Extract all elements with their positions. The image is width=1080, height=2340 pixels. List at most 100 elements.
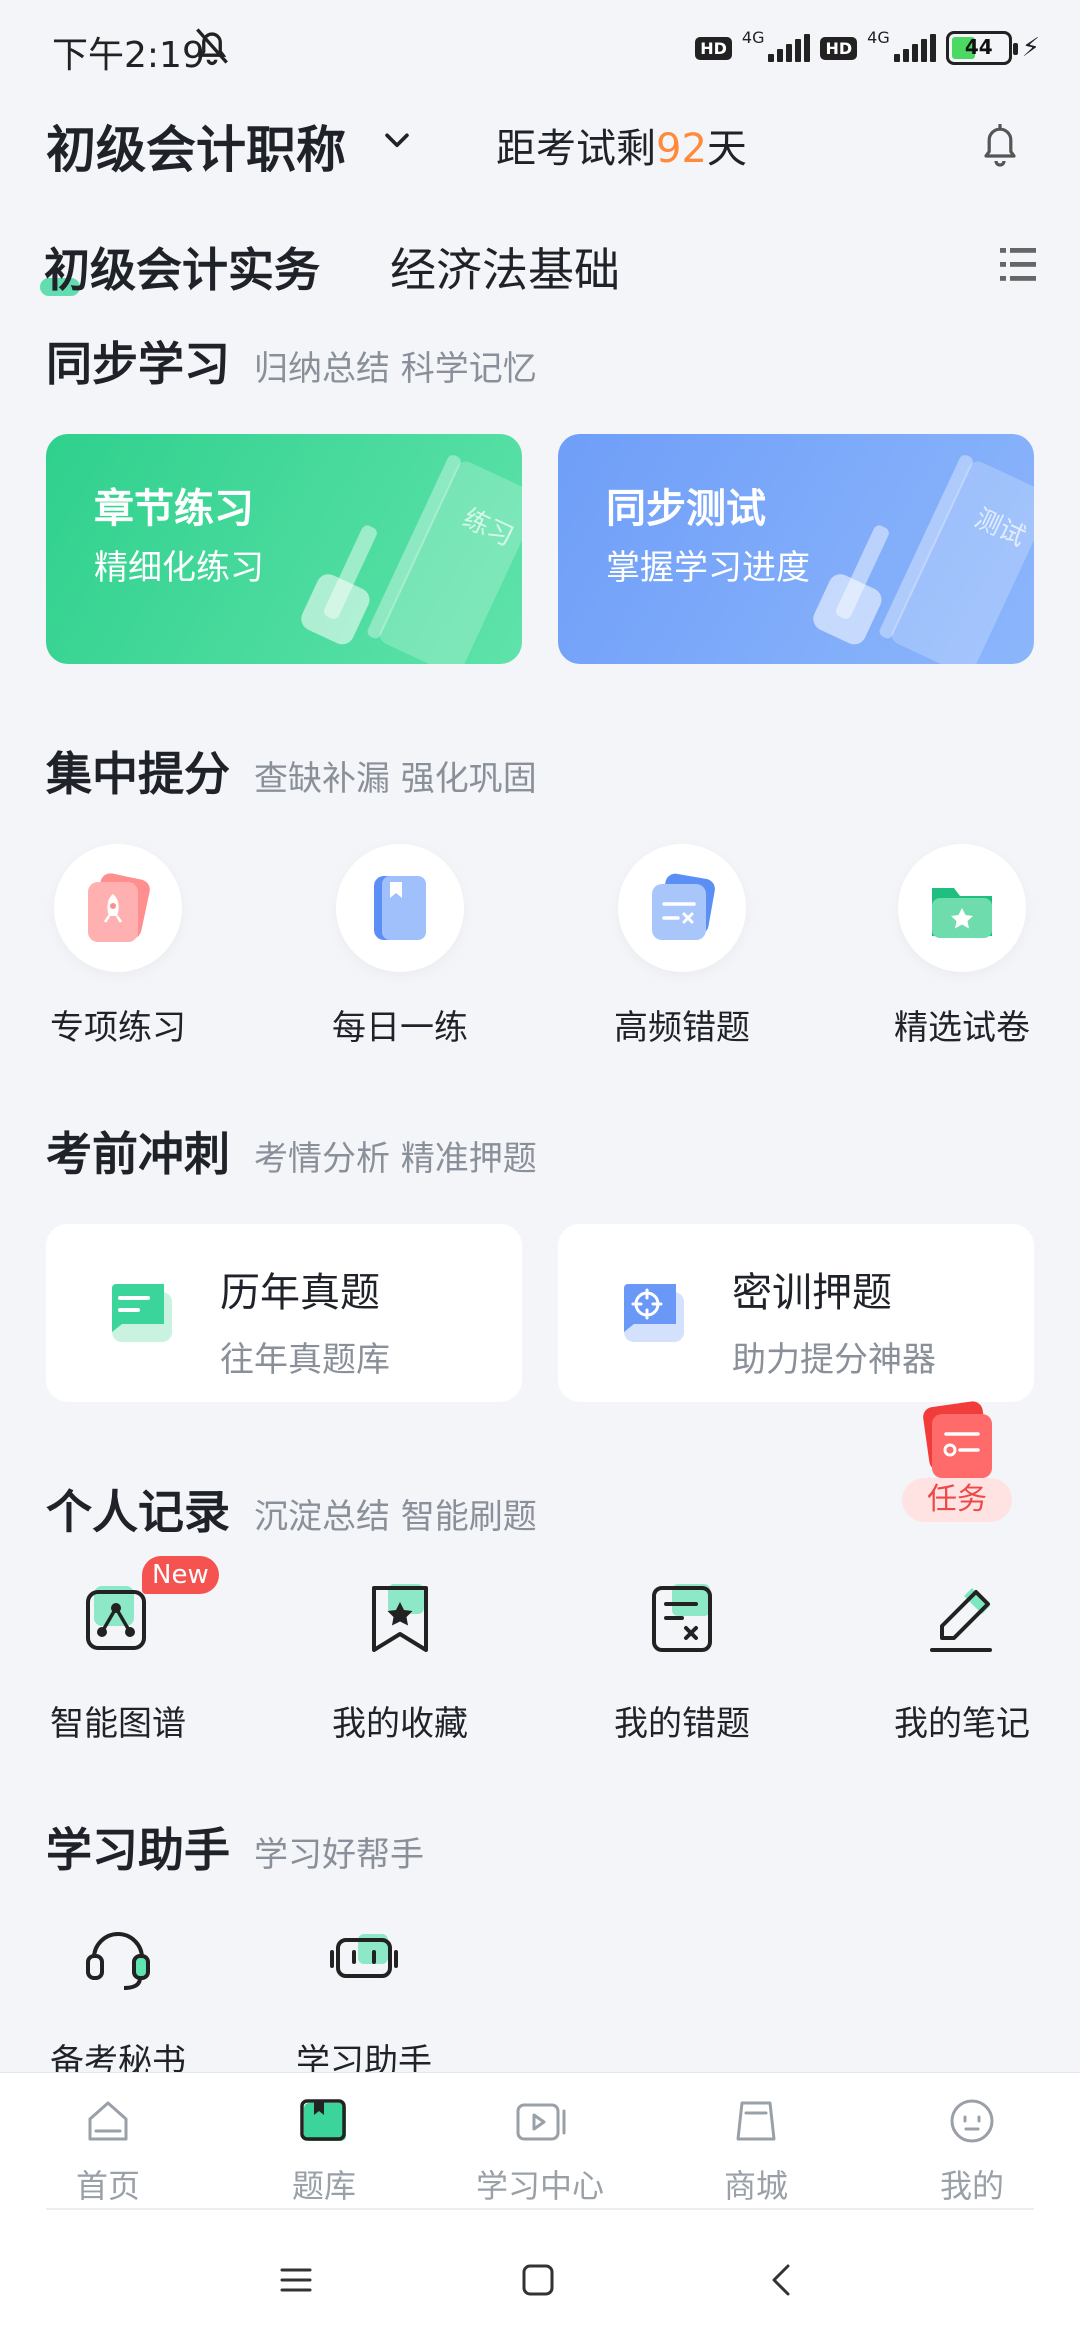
item-label: 精选试卷: [894, 1008, 1030, 1048]
study-assistant-item[interactable]: 学习助手: [264, 1916, 464, 2083]
icon-bubble: [898, 844, 1026, 972]
my-favorites-item[interactable]: 我的收藏: [300, 1578, 500, 1745]
item-label: 高频错题: [614, 1008, 750, 1048]
icon-bubble: [336, 844, 464, 972]
status-bar: 下午2:19 HD 4G HD 4G 44 ⚡: [0, 0, 1080, 96]
nav-profile[interactable]: 我的: [892, 2091, 1052, 2207]
card-subtitle: 掌握学习进度: [606, 548, 810, 588]
shop-bag-icon: [736, 2101, 776, 2141]
secret-training-card[interactable]: 密训押题 助力提分神器: [558, 1224, 1034, 1402]
item-label: 我的笔记: [894, 1704, 1030, 1744]
item-label: 我的收藏: [332, 1704, 468, 1744]
card-title: 历年真题: [220, 1270, 380, 1316]
item-label: 每日一练: [332, 1008, 468, 1048]
network-label-2: 4G: [867, 28, 890, 47]
pen-icon: [930, 1588, 992, 1652]
icon-bubble: [54, 844, 182, 972]
section-title: 考前冲刺: [46, 1127, 230, 1181]
card-subtitle: 助力提分神器: [732, 1340, 936, 1380]
profile-icon: [950, 2099, 994, 2143]
target-chat-icon: [618, 1284, 684, 1342]
nav-label: 我的: [939, 2167, 1004, 2205]
section-subtitle: 考情分析 精准押题: [254, 1139, 537, 1179]
tab-accounting-practice[interactable]: 初级会计实务: [44, 234, 320, 300]
task-label: 任务: [902, 1478, 1012, 1522]
nav-question-bank[interactable]: 题库: [244, 2091, 404, 2207]
question-bank-icon: [300, 2099, 346, 2141]
nav-label: 首页: [75, 2167, 140, 2205]
nav-divider: [46, 2208, 1034, 2210]
hd-badge: HD: [695, 36, 732, 60]
status-indicators: HD 4G HD 4G 44 ⚡: [695, 28, 1040, 68]
section-subtitle: 查缺补漏 强化巩固: [254, 759, 537, 799]
card-title: 章节练习: [94, 486, 254, 532]
test-book-icon: 测试: [813, 455, 1034, 664]
robot-icon: [330, 1934, 398, 1978]
back-icon[interactable]: [762, 2260, 802, 2300]
selected-papers-item[interactable]: 精选试卷: [862, 844, 1062, 1049]
graph-icon: [86, 1586, 146, 1650]
chapter-practice-card[interactable]: 章节练习 精细化练习 练习: [46, 434, 522, 664]
nav-label: 学习中心: [475, 2167, 604, 2205]
sprint-heading: 考前冲刺 考情分析 精准押题: [46, 1118, 537, 1184]
section-title: 集中提分: [46, 747, 230, 801]
card-subtitle: 往年真题库: [220, 1340, 390, 1380]
home-button-icon[interactable]: [518, 2260, 558, 2300]
item-label: 智能图谱: [50, 1704, 186, 1744]
section-subtitle: 沉淀总结 智能刷题: [254, 1497, 537, 1537]
nav-home[interactable]: 首页: [28, 2091, 188, 2207]
charging-icon: ⚡: [1021, 33, 1040, 63]
exam-selector[interactable]: 初级会计职称: [46, 110, 346, 182]
card-subtitle: 精细化练习: [94, 548, 264, 588]
battery-level: 44: [964, 35, 993, 59]
smart-graph-item[interactable]: 智能图谱: [18, 1578, 218, 1745]
rocket-card-icon: [88, 873, 150, 942]
nav-label: 商城: [723, 2167, 788, 2205]
hd-badge-2: HD: [820, 36, 858, 60]
battery-icon: 44: [945, 31, 1018, 65]
section-title: 学习助手: [46, 1823, 230, 1877]
bell-icon[interactable]: [976, 118, 1024, 170]
special-practice-item[interactable]: 专项练习: [18, 844, 218, 1049]
my-notes-item[interactable]: 我的笔记: [862, 1578, 1062, 1745]
sync-study-heading: 同步学习 归纳总结 科学记忆: [46, 328, 537, 394]
book-icon: [374, 876, 426, 940]
signal-icon-2: [893, 34, 936, 62]
section-title: 个人记录: [46, 1485, 230, 1539]
task-button[interactable]: 任务: [902, 1400, 1012, 1530]
records-heading: 个人记录 沉淀总结 智能刷题: [46, 1476, 537, 1542]
section-subtitle: 归纳总结 科学记忆: [254, 349, 537, 389]
star-folder-icon: [932, 888, 992, 938]
chevron-down-icon[interactable]: [380, 124, 414, 158]
task-card-icon: [923, 1401, 992, 1478]
tab-economic-law[interactable]: 经济法基础: [390, 234, 620, 300]
nav-label: 题库: [291, 2167, 356, 2205]
sync-test-card[interactable]: 同步测试 掌握学习进度 测试: [558, 434, 1034, 664]
daily-practice-item[interactable]: 每日一练: [300, 844, 500, 1049]
play-icon: [516, 2103, 566, 2141]
menu-icon[interactable]: [1000, 244, 1036, 284]
bottom-nav: 首页 题库 学习中心 商城 我的: [0, 2072, 1080, 2212]
exam-secretary-item[interactable]: 备考秘书: [18, 1916, 218, 2083]
exam-countdown: 距考试剩92天: [496, 116, 747, 174]
icon-bubble: [618, 844, 746, 972]
countdown-suffix: 天: [706, 126, 747, 172]
item-label: 专项练习: [50, 1008, 186, 1048]
nav-study-center[interactable]: 学习中心: [460, 2091, 620, 2207]
past-exams-card[interactable]: 历年真题 往年真题库: [46, 1224, 522, 1402]
card-title: 同步测试: [606, 486, 766, 532]
chat-list-icon: [106, 1284, 172, 1342]
subject-tabs: 初级会计实务 经济法基础: [0, 226, 1080, 306]
bookmark-star-icon: [372, 1584, 428, 1652]
countdown-days: 92: [656, 126, 707, 172]
practice-book-icon: 练习: [301, 455, 522, 664]
bell-off-icon: [196, 28, 228, 66]
card-title: 密训押题: [732, 1270, 892, 1316]
frequent-mistakes-item[interactable]: 高频错题: [582, 844, 782, 1049]
my-mistakes-item[interactable]: 我的错题: [582, 1578, 782, 1745]
nav-shop[interactable]: 商城: [676, 2091, 836, 2207]
header: 初级会计职称 距考试剩92天: [0, 96, 1080, 196]
status-time: 下午2:19: [52, 35, 205, 76]
network-label: 4G: [741, 28, 765, 47]
recent-apps-icon[interactable]: [276, 2260, 316, 2300]
